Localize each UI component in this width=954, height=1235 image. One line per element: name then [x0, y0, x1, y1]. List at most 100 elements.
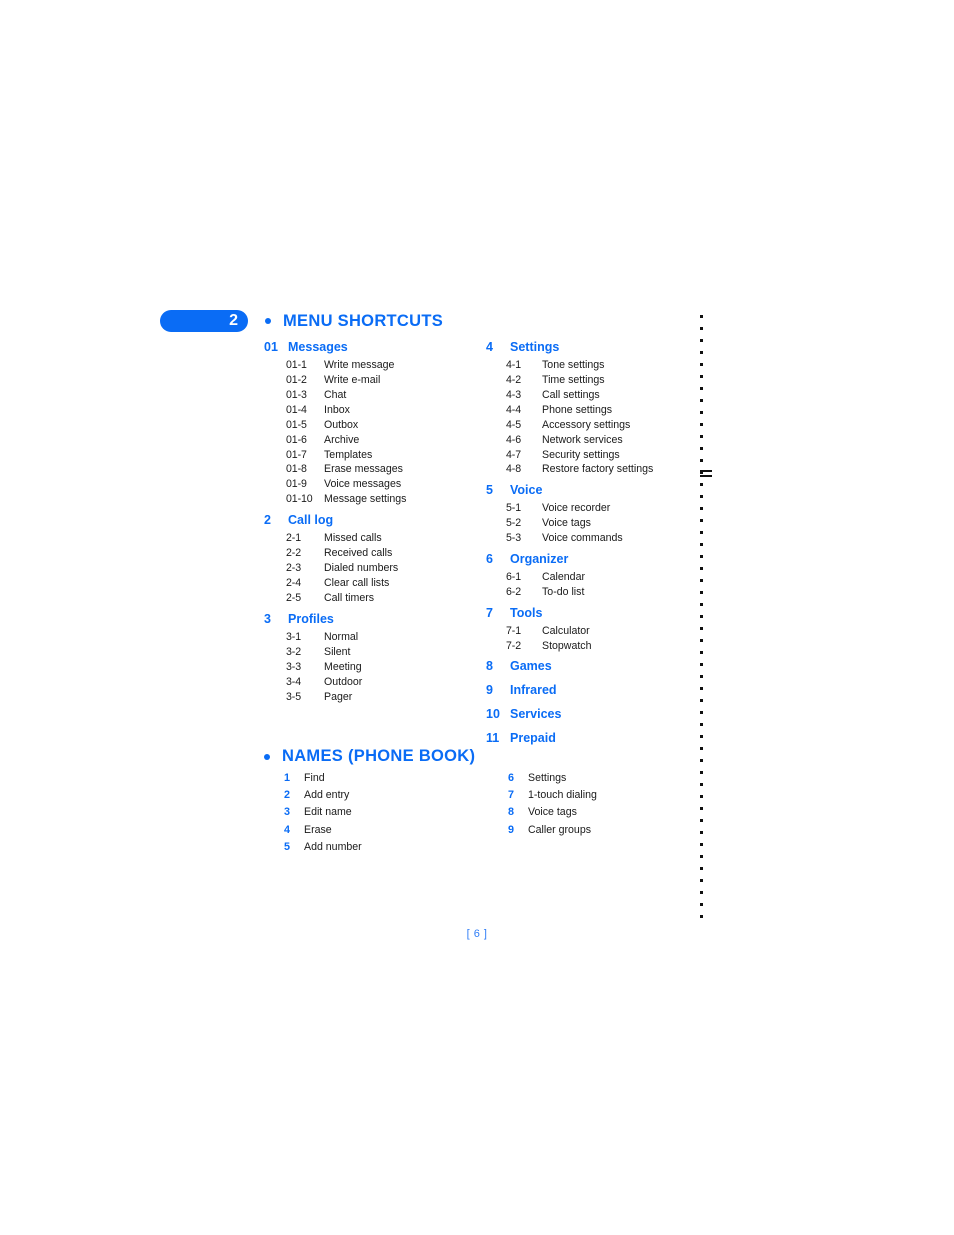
menu-item[interactable]: 2-1 Missed calls [264, 531, 486, 546]
menu-item[interactable]: 01-10 Message settings [264, 492, 486, 507]
menu-item[interactable]: 4-1 Tone settings [486, 358, 696, 373]
menu-item[interactable]: 3-2 Silent [264, 645, 486, 660]
menu-group-header[interactable]: 11 Prepaid [486, 729, 696, 749]
menu-group: 2 Call log 2-1 Missed calls 2-2 Received call… [264, 511, 486, 606]
menu-group-label: Tools [510, 605, 543, 620]
menu-item[interactable]: 2-4 Clear call lists [264, 576, 486, 591]
bullet-icon [265, 318, 271, 324]
menu-item[interactable]: 4-5 Accessory settings [486, 418, 696, 433]
names-section-header: NAMES (PHONE BOOK) [264, 747, 475, 766]
names-item[interactable]: 9 Caller groups [486, 822, 696, 839]
menu-item[interactable]: 3-3 Meeting [264, 660, 486, 675]
menu-item[interactable]: 4-4 Phone settings [486, 403, 696, 418]
menu-item[interactable]: 01-3 Chat [264, 388, 486, 403]
menu-item[interactable]: 01-2 Write e-mail [264, 373, 486, 388]
menu-item[interactable]: 5-3 Voice commands [486, 531, 696, 546]
names-item-number: 3 [284, 806, 291, 819]
menu-item[interactable]: 2-3 Dialed numbers [264, 561, 486, 576]
menu-item-label: Voice tags [542, 517, 591, 530]
menu-item[interactable]: 01-5 Outbox [264, 418, 486, 433]
menu-item[interactable]: 6-2 To-do list [486, 585, 696, 600]
names-item[interactable]: 7 1-touch dialing [486, 787, 696, 804]
names-item[interactable]: 4 Erase [264, 822, 486, 839]
menu-group-number: 6 [486, 552, 493, 567]
menu-item[interactable]: 01-1 Write message [264, 358, 486, 373]
menu-group-header[interactable]: 8 Games [486, 657, 696, 677]
menu-item[interactable]: 4-2 Time settings [486, 373, 696, 388]
chapter-number: 2 [229, 312, 238, 329]
menu-item[interactable]: 01-9 Voice messages [264, 477, 486, 492]
menu-item-label: Stopwatch [542, 639, 592, 652]
menu-item-number: 4-5 [506, 418, 522, 431]
menu-item-number: 3-2 [286, 645, 302, 658]
menu-group-number: 2 [264, 513, 271, 528]
menu-item-number: 01-6 [286, 433, 307, 446]
menu-item-label: Erase messages [324, 463, 403, 476]
menu-item[interactable]: 7-1 Calculator [486, 624, 696, 639]
menu-item-number: 2-4 [286, 576, 302, 589]
menu-item[interactable]: 01-4 Inbox [264, 403, 486, 418]
names-item-number: 5 [284, 840, 291, 853]
menu-item[interactable]: 01-7 Templates [264, 448, 486, 463]
menu-item-label: Call timers [324, 591, 375, 604]
menu-item-number: 01-10 [286, 493, 313, 506]
menu-group-header[interactable]: 4 Settings [486, 338, 696, 358]
menu-group-number: 4 [486, 340, 493, 354]
page-number: [ 6 ] [466, 928, 488, 940]
menu-item-number: 01-9 [286, 478, 307, 491]
names-item-number: 8 [508, 806, 515, 819]
menu-item-label: Voice recorder [542, 502, 611, 515]
menu-group-header[interactable]: 7 Tools [486, 604, 696, 624]
menu-item[interactable]: 4-7 Security settings [486, 448, 696, 463]
menu-item[interactable]: 4-3 Call settings [486, 388, 696, 403]
menu-item[interactable]: 3-5 Pager [264, 690, 486, 705]
menu-item-number: 4-8 [506, 463, 522, 476]
menu-item[interactable]: 2-5 Call timers [264, 591, 486, 606]
menu-item-label: Accessory settings [542, 418, 631, 431]
menu-group: 3 Profiles 3-1 Normal 3-2 Silent 3-3 Meeting 3-4… [264, 610, 486, 705]
menu-group-header[interactable]: 3 Profiles [264, 610, 486, 630]
menu-group-number: 01 [264, 340, 278, 354]
names-item[interactable]: 2 Add entry [264, 787, 486, 804]
names-item-label: Caller groups [528, 823, 592, 836]
menu-item[interactable]: 6-1 Calendar [486, 570, 696, 585]
menu-item-label: Inbox [324, 403, 350, 416]
menu-group: 11 Prepaid [486, 729, 696, 749]
menu-item[interactable]: 3-4 Outdoor [264, 675, 486, 690]
menu-group: 01 Messages 01-1 Write message 01-2 Write e-m… [264, 338, 486, 507]
menu-item[interactable]: 01-6 Archive [264, 433, 486, 448]
menu-group-header[interactable]: 01 Messages [264, 338, 486, 358]
menu-item[interactable]: 4-6 Network services [486, 433, 696, 448]
menu-item[interactable]: 01-8 Erase messages [264, 462, 486, 477]
menu-item-number: 5-2 [506, 517, 522, 530]
chapter-title-group: MENU SHORTCUTS [265, 312, 443, 331]
menu-item-number: 4-7 [506, 448, 522, 461]
menu-item[interactable]: 7-2 Stopwatch [486, 639, 696, 654]
menu-item-label: Write message [324, 358, 395, 371]
names-item[interactable]: 3 Edit name [264, 804, 486, 821]
menu-group-label: Voice [510, 483, 543, 498]
menu-item[interactable]: 5-1 Voice recorder [486, 501, 696, 516]
menu-item-number: 01-7 [286, 448, 307, 461]
menu-item[interactable]: 2-2 Received calls [264, 546, 486, 561]
menu-item[interactable]: 3-1 Normal [264, 630, 486, 645]
names-item[interactable]: 6 Settings [486, 770, 696, 787]
names-left-column: 1 Find 2 Add entry 3 Edit name 4 Erase 5 Add numb… [264, 770, 486, 856]
menu-group-header[interactable]: 10 Services [486, 705, 696, 725]
chapter-number-badge: 2 [160, 310, 248, 332]
names-item[interactable]: 1 Find [264, 770, 486, 787]
menu-group-header[interactable]: 5 Voice [486, 481, 696, 501]
menu-item[interactable]: 5-2 Voice tags [486, 516, 696, 531]
menu-item-label: Pager [324, 690, 353, 703]
menu-group-header[interactable]: 9 Infrared [486, 681, 696, 701]
names-item-label: Settings [528, 772, 567, 784]
menu-group-header[interactable]: 6 Organizer [486, 550, 696, 570]
menu-item[interactable]: 4-8 Restore factory settings [486, 462, 696, 477]
names-item[interactable]: 5 Add number [264, 839, 486, 856]
menu-group-header[interactable]: 2 Call log [264, 511, 486, 531]
menu-group-label: Prepaid [510, 730, 556, 745]
names-section-title: NAMES (PHONE BOOK) [282, 747, 476, 765]
menu-group-label: Messages [288, 340, 348, 354]
tab-marker-line-bottom [700, 475, 712, 477]
names-item[interactable]: 8 Voice tags [486, 804, 696, 821]
